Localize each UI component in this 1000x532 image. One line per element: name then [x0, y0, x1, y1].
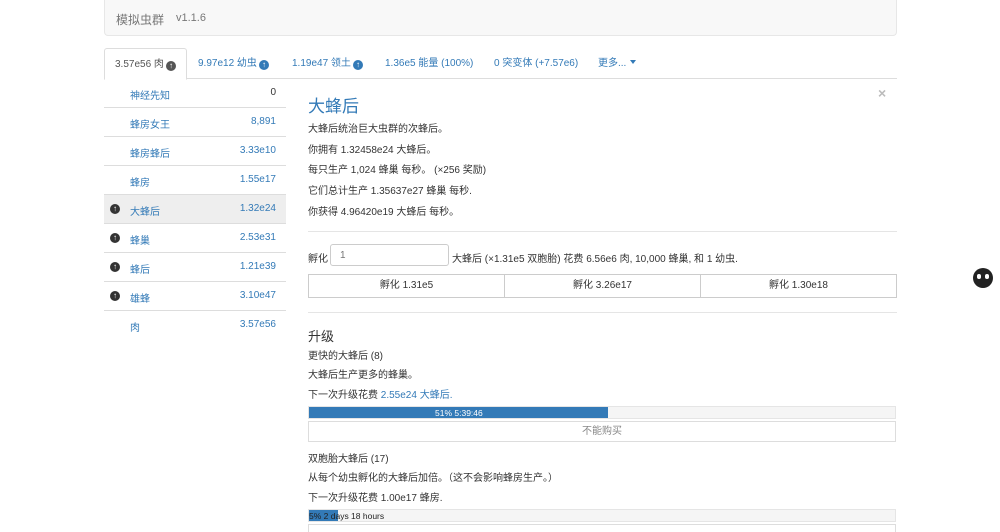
- upgrade-cost-prefix: 下一次升级花费: [308, 493, 381, 504]
- tab-territory-label: 1.19e47 领土: [292, 58, 351, 69]
- up-arrow-circle-icon: ↑: [352, 60, 363, 70]
- progress-text: 51% 5:39:46: [435, 408, 483, 418]
- upgrade-level: (17): [370, 454, 389, 465]
- list-item-selected[interactable]: ↑ 大蜂后 1.32e24: [104, 195, 286, 224]
- unit-owned: 你拥有 1.32458e24 大蜂后。: [308, 145, 437, 156]
- tab-more-label: 更多...: [598, 58, 627, 69]
- unit-count: 3.10e47: [239, 290, 276, 301]
- upgrade-title: 更快的大蜂后 (8): [308, 347, 383, 362]
- upgrade-cost: 下一次升级花费 2.55e24 大蜂后.: [308, 386, 453, 401]
- close-icon[interactable]: ×: [878, 85, 886, 101]
- upgrade-title: 双胞胎大蜂后 (17): [308, 450, 389, 465]
- upgrade-cost-prefix: 下一次升级花费: [308, 390, 381, 401]
- up-arrow-circle-icon: ↑: [110, 204, 120, 214]
- upgrade-cost-value: 1.00e17 蜂房.: [380, 493, 443, 504]
- progress-text: 5% 2 days 18 hours: [309, 511, 385, 521]
- unit-name[interactable]: 大蜂后: [130, 203, 160, 218]
- upgrade-level: (8): [370, 351, 384, 362]
- hatch-button-1[interactable]: 孵化 1.31e5: [308, 274, 505, 298]
- upgrades-heading: 升级: [308, 329, 335, 344]
- up-arrow-circle-icon: ↑: [110, 262, 120, 272]
- tab-energy-label: 1.36e5 能量 (100%): [385, 58, 474, 69]
- upgrade-name: 双胞胎大蜂后: [308, 454, 368, 465]
- tab-mutagen-label: 0 突变体 (+7.57e6): [494, 58, 579, 69]
- list-item[interactable]: ↑ 蜂后 1.21e39: [104, 253, 286, 282]
- hatch-button-2[interactable]: 孵化 3.26e17: [504, 274, 701, 298]
- up-arrow-circle-icon: ↑: [110, 233, 120, 243]
- unit-list: 神经先知 0 蜂房女王 8,891 蜂房蜂后 3.33e10 蜂房 1.55e1…: [104, 79, 286, 340]
- unit-count: 1.55e17: [239, 174, 276, 185]
- unit-name[interactable]: 蜂房女王: [130, 116, 170, 131]
- upgrade-description: 大蜂后生产更多的蜂巢。: [308, 370, 418, 381]
- resource-tabs: 3.57e56 肉 ↑ 9.97e12 幼虫 ↑ 1.19e47 领土 ↑ 1.36e…: [104, 48, 897, 80]
- tab-mutagen[interactable]: 0 突变体 (+7.57e6): [484, 48, 588, 79]
- unit-count: 8,891: [250, 116, 276, 127]
- unit-count: 3.57e56: [239, 319, 276, 330]
- tab-larvae-label: 9.97e12 幼虫: [198, 58, 257, 69]
- list-item[interactable]: 神经先知 0: [104, 79, 286, 108]
- upgrade-description: 从每个幼虫孵化的大蜂后加倍。（这不会影响蜂房生产。）: [308, 473, 558, 484]
- list-item[interactable]: ↑ 雄蜂 3.10e47: [104, 282, 286, 311]
- up-arrow-circle-icon: ↑: [110, 291, 120, 301]
- unit-description: 大蜂后统治巨大虫群的次蜂后。: [308, 124, 448, 135]
- hatch-quantity-input[interactable]: [330, 244, 449, 266]
- hatch-cost-description: 大蜂后 (×1.31e5 双胞胎) 花费 6.56e6 肉, 10,000 蜂巢…: [452, 254, 738, 265]
- divider: [308, 231, 897, 232]
- tab-more-dropdown[interactable]: 更多...: [588, 48, 646, 79]
- list-item[interactable]: 肉 3.57e56: [104, 311, 286, 340]
- unit-name[interactable]: 蜂房: [130, 174, 150, 189]
- unit-count: 3.33e10: [239, 145, 276, 156]
- unit-name[interactable]: 蜂房蜂后: [130, 145, 170, 160]
- list-item[interactable]: 蜂房蜂后 3.33e10: [104, 137, 286, 166]
- up-arrow-circle-icon: ↑: [165, 61, 176, 71]
- hatch-label: 孵化: [308, 254, 328, 265]
- unit-name[interactable]: 肉: [130, 319, 140, 334]
- upgrade-cost-link[interactable]: 2.55e24 大蜂后.: [381, 390, 453, 401]
- list-item[interactable]: 蜂房 1.55e17: [104, 166, 286, 195]
- app-version: v1.1.6: [176, 12, 206, 24]
- list-item[interactable]: 蜂房女王 8,891: [104, 108, 286, 137]
- hatch-button-3[interactable]: 孵化 1.30e18: [700, 274, 897, 298]
- unit-produces-each: 每只生产 1,024 蜂巢 每秒。 (×256 奖励): [308, 165, 487, 176]
- tab-larvae[interactable]: 9.97e12 幼虫 ↑: [188, 48, 279, 79]
- unit-name[interactable]: 神经先知: [130, 87, 170, 102]
- unit-count: 1.32e24: [239, 203, 276, 214]
- up-arrow-circle-icon: ↑: [258, 60, 269, 70]
- tab-energy[interactable]: 1.36e5 能量 (100%): [375, 48, 483, 79]
- tab-meat-label: 3.57e56 肉: [115, 59, 164, 70]
- caret-down-icon: [630, 60, 637, 64]
- tab-territory[interactable]: 1.19e47 领土 ↑: [282, 48, 373, 79]
- buy-upgrade-button-partial[interactable]: [308, 524, 896, 532]
- unit-title: 大蜂后: [308, 97, 359, 116]
- app-title[interactable]: 模拟虫群: [116, 11, 164, 28]
- unit-name[interactable]: 蜂巢: [130, 232, 150, 247]
- upgrade-name: 更快的大蜂后: [308, 351, 368, 362]
- divider: [308, 312, 897, 313]
- upgrade-cost: 下一次升级花费 1.00e17 蜂房.: [308, 489, 443, 504]
- unit-count: 0: [270, 87, 276, 98]
- upgrade-progress-bar: 51% 5:39:46: [308, 406, 896, 419]
- top-navbar: 模拟虫群 v1.1.6: [104, 0, 897, 36]
- feedback-robot-icon[interactable]: [973, 268, 993, 288]
- unit-count: 2.53e31: [239, 232, 276, 243]
- upgrade-progress-bar: 5% 2 days 18 hours: [308, 509, 896, 522]
- list-item[interactable]: ↑ 蜂巢 2.53e31: [104, 224, 286, 253]
- unit-produces-total: 它们总计生产 1.35637e27 蜂巢 每秒.: [308, 186, 472, 197]
- unit-name[interactable]: 雄蜂: [130, 290, 150, 305]
- buy-upgrade-button[interactable]: 不能购买: [308, 421, 896, 442]
- tab-meat[interactable]: 3.57e56 肉 ↑: [104, 48, 187, 80]
- unit-name[interactable]: 蜂后: [130, 261, 150, 276]
- unit-gain-rate: 你获得 4.96420e19 大蜂后 每秒。: [308, 207, 460, 218]
- unit-count: 1.21e39: [239, 261, 276, 272]
